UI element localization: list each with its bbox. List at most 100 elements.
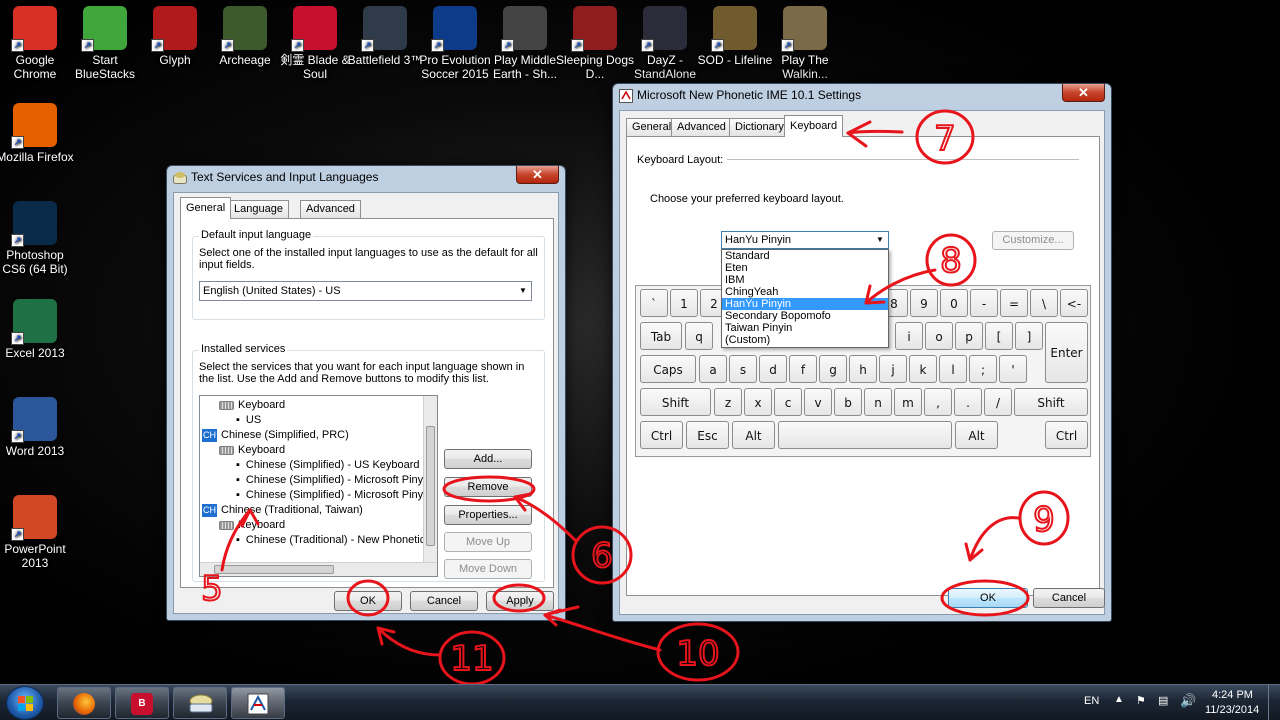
- ime-keyboard-panel: Keyboard Layout: Choose your preferred k…: [626, 136, 1100, 596]
- properties-button[interactable]: Properties...: [444, 505, 532, 525]
- keyboard-key: j: [879, 355, 907, 383]
- keyboard-key: Alt: [732, 421, 775, 449]
- shortcut-arrow-icon: ↗: [501, 39, 514, 52]
- desktop-shortcut[interactable]: ↗ Pro Evolution Soccer 2015: [415, 0, 495, 81]
- layout-option[interactable]: Eten: [722, 262, 888, 274]
- taskbar-blade-soul[interactable]: B: [115, 687, 169, 719]
- scroll-thumb[interactable]: [426, 426, 435, 546]
- tab-general[interactable]: General: [180, 197, 232, 219]
- start-button[interactable]: [6, 686, 44, 720]
- keyboard-icon: [219, 445, 234, 455]
- tab-ime-advanced[interactable]: Advanced: [671, 118, 732, 136]
- ime-cancel-button[interactable]: Cancel: [1033, 588, 1105, 608]
- desktop-shortcut[interactable]: ↗ SOD - Lifeline: [695, 0, 775, 67]
- desktop-shortcut[interactable]: ↗ PowerPoint 2013: [0, 489, 75, 570]
- text-services-titlebar[interactable]: Text Services and Input Languages ✕: [167, 166, 565, 188]
- keyboard-layout-select[interactable]: HanYu Pinyin ▼: [721, 231, 889, 249]
- keyboard-layout-options-list[interactable]: Standard Eten IBM ChingYeah HanYu Pinyin Seco…: [721, 249, 889, 348]
- language-indicator[interactable]: EN: [1084, 695, 1099, 707]
- layout-option[interactable]: ChingYeah: [722, 286, 888, 298]
- tree-row-label: Chinese (Traditional, Taiwan): [221, 504, 363, 516]
- desktop-shortcut[interactable]: ↗ Word 2013: [0, 391, 75, 458]
- default-language-select[interactable]: English (United States) - US ▼: [199, 281, 532, 301]
- default-language-group: Default input language Select one of the…: [192, 229, 545, 320]
- chevron-up-icon[interactable]: ▲: [1114, 694, 1124, 705]
- ime-ok-button[interactable]: OK: [948, 588, 1028, 608]
- taskbar-text-services[interactable]: [173, 687, 227, 719]
- ime-settings-close-button[interactable]: ✕: [1062, 84, 1105, 102]
- tab-advanced-key-settings[interactable]: Advanced Key Settings: [300, 200, 361, 247]
- layout-option[interactable]: (Custom): [722, 334, 888, 346]
- shortcut-arrow-icon: ↗: [11, 39, 24, 52]
- add-button[interactable]: Add...: [444, 449, 532, 469]
- volume-icon[interactable]: 🔊: [1180, 693, 1196, 709]
- apply-button[interactable]: Apply: [486, 591, 554, 611]
- desktop-shortcut[interactable]: ↗ Archeage: [205, 0, 285, 67]
- layout-option[interactable]: Secondary Bopomofo: [722, 310, 888, 322]
- layout-option[interactable]: Standard: [722, 250, 888, 262]
- installed-services-description: Select the services that you want for ea…: [199, 361, 525, 385]
- layout-option[interactable]: IBM: [722, 274, 888, 286]
- ok-button[interactable]: OK: [334, 591, 402, 611]
- move-up-button[interactable]: Move Up: [444, 532, 532, 552]
- keyboard-key: Ctrl: [640, 421, 683, 449]
- cancel-button[interactable]: Cancel: [410, 591, 478, 611]
- desktop-shortcut[interactable]: ↗ Mozilla Firefox: [0, 97, 75, 164]
- desktop-shortcut[interactable]: ↗ Photoshop CS6 (64 Bit): [0, 195, 75, 276]
- ime-settings-titlebar[interactable]: Microsoft New Phonetic IME 10.1 Settings…: [613, 84, 1111, 106]
- layout-option[interactable]: Taiwan Pinyin: [722, 322, 888, 334]
- tree-vertical-scrollbar[interactable]: [423, 396, 437, 564]
- desktop-shortcut[interactable]: ↗ 剣霊 Blade & Soul: [275, 0, 355, 81]
- desktop-shortcut[interactable]: ↗ Google Chrome: [0, 0, 75, 81]
- desktop-shortcut[interactable]: ↗ Play Middle Earth - Sh...: [485, 0, 565, 81]
- remove-button[interactable]: Remove: [444, 477, 532, 497]
- taskbar-firefox[interactable]: [57, 687, 111, 719]
- desktop-shortcut[interactable]: ↗ Excel 2013: [0, 293, 75, 360]
- tree-horizontal-scrollbar[interactable]: [200, 562, 437, 576]
- keyboard-key: k: [909, 355, 937, 383]
- tab-ime-general[interactable]: General: [626, 118, 678, 136]
- keyboard-key: [: [985, 322, 1013, 350]
- desktop-shortcut-label: Play The Walkin...: [781, 53, 829, 81]
- taskbar-ime-settings[interactable]: [231, 687, 285, 719]
- desktop-shortcut[interactable]: ↗ Play The Walkin...: [765, 0, 845, 81]
- desktop-shortcut[interactable]: ↗ Battlefield 3™: [345, 0, 425, 67]
- customize-button[interactable]: Customize...: [992, 231, 1074, 250]
- tree-row[interactable]: Keyboard: [219, 443, 285, 458]
- keyboard-key: 0: [940, 289, 968, 317]
- action-center-flag-icon[interactable]: ⚑: [1136, 694, 1146, 707]
- tree-row[interactable]: ▪ US: [236, 413, 261, 428]
- keyboard-key: Alt: [955, 421, 998, 449]
- network-icon[interactable]: ▤: [1158, 694, 1168, 707]
- keyboard-key: ': [999, 355, 1027, 383]
- ime-settings-window: Microsoft New Phonetic IME 10.1 Settings…: [612, 83, 1112, 622]
- tree-row[interactable]: ▪ Chinese (Simplified) - Microsoft Pinyin: [236, 488, 432, 503]
- bullet-icon: ▪: [236, 474, 240, 486]
- keyboard-key: <-: [1060, 289, 1088, 317]
- tab-ime-dictionary[interactable]: Dictionary: [729, 118, 790, 136]
- desktop-shortcut[interactable]: ↗ Start BlueStacks: [65, 0, 145, 81]
- tree-row[interactable]: ▪ Chinese (Traditional) - New Phonetic: [236, 533, 425, 548]
- desktop-shortcut[interactable]: ↗ DayZ - StandAlone: [625, 0, 705, 81]
- tab-ime-keyboard[interactable]: Keyboard: [784, 115, 844, 137]
- scroll-thumb[interactable]: [214, 565, 334, 574]
- layout-option[interactable]: HanYu Pinyin: [722, 298, 888, 310]
- keyboard-icon: [219, 520, 234, 530]
- desktop-shortcut[interactable]: ↗ Glyph: [135, 0, 215, 67]
- move-down-button[interactable]: Move Down: [444, 559, 532, 579]
- clock-date[interactable]: 11/23/2014: [1205, 704, 1259, 716]
- desktop-shortcut[interactable]: ↗ Sleeping Dogs D...: [555, 0, 635, 81]
- tab-language-bar[interactable]: Language Bar: [228, 200, 289, 231]
- tree-row[interactable]: Keyboard: [219, 518, 285, 533]
- tree-row[interactable]: CH Chinese (Traditional, Taiwan): [202, 503, 363, 518]
- clock-time[interactable]: 4:24 PM: [1212, 689, 1253, 701]
- show-desktop-button[interactable]: [1268, 685, 1280, 720]
- bullet-icon: ▪: [236, 459, 240, 471]
- tree-row[interactable]: CH Chinese (Simplified, PRC): [202, 428, 349, 443]
- tree-row[interactable]: ▪ Chinese (Simplified) - US Keyboard: [236, 458, 420, 473]
- text-services-close-button[interactable]: ✕: [516, 166, 559, 184]
- tree-row[interactable]: Keyboard: [219, 398, 285, 413]
- tree-row[interactable]: ▪ Chinese (Simplified) - Microsoft Pinyin: [236, 473, 432, 488]
- desktop-shortcut-label: Pro Evolution Soccer 2015: [419, 53, 491, 81]
- installed-services-tree[interactable]: Keyboard ▪ US CH Chinese (Simplified, PRC) Ke…: [199, 395, 438, 577]
